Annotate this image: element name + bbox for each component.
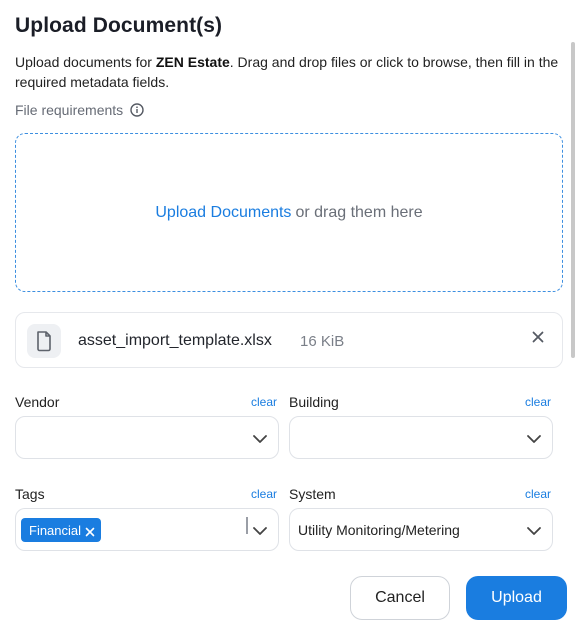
attached-file: asset_import_template.xlsx 16 KiB [15, 312, 563, 368]
tags-clear-link[interactable]: clear [251, 487, 277, 501]
system-clear-link[interactable]: clear [525, 487, 551, 501]
system-select[interactable]: Utility Monitoring/Metering [289, 508, 553, 551]
select-divider [246, 517, 248, 534]
chevron-down-icon[interactable] [252, 523, 268, 539]
file-size: 16 KiB [300, 333, 345, 350]
chevron-down-icon[interactable] [252, 431, 268, 447]
remove-tag-icon[interactable] [85, 525, 95, 537]
tag-chip-financial: Financial [21, 518, 102, 542]
building-select[interactable] [289, 416, 553, 459]
info-icon[interactable] [130, 103, 144, 117]
dialog-title: Upload Document(s) [15, 14, 223, 37]
vendor-select[interactable] [15, 416, 279, 459]
file-name: asset_import_template.xlsx [78, 332, 272, 349]
building-label: Building [289, 394, 339, 410]
upload-documents-link[interactable]: Upload Documents [155, 204, 291, 222]
file-requirements: File requirements [15, 102, 144, 118]
file-dropzone[interactable]: Upload Documents or drag them here [15, 133, 563, 292]
system-value: Utility Monitoring/Metering [298, 522, 460, 538]
tags-multiselect[interactable]: Financial [15, 508, 279, 551]
tags-label: Tags [15, 486, 45, 502]
dialog-scrollbar[interactable] [571, 42, 575, 358]
upload-button[interactable]: Upload [466, 576, 567, 620]
tag-chip-label: Financial [29, 522, 82, 538]
description-prefix: Upload documents for [15, 54, 156, 70]
system-label: System [289, 486, 336, 502]
vendor-label: Vendor [15, 394, 60, 410]
upload-dialog: Upload Document(s) Upload documents for … [0, 0, 579, 627]
chevron-down-icon[interactable] [526, 523, 542, 539]
remove-file-icon[interactable] [529, 328, 547, 346]
building-clear-link[interactable]: clear [525, 395, 551, 409]
cancel-button[interactable]: Cancel [350, 576, 450, 620]
dropzone-hint: or drag them here [295, 203, 423, 221]
entity-name: ZEN Estate [155, 54, 230, 70]
vendor-clear-link[interactable]: clear [251, 395, 277, 409]
dialog-description: Upload documents for ZEN Estate. Drag an… [15, 52, 567, 92]
file-icon [27, 324, 61, 358]
file-requirements-label: File requirements [15, 102, 124, 118]
chevron-down-icon[interactable] [526, 431, 542, 447]
